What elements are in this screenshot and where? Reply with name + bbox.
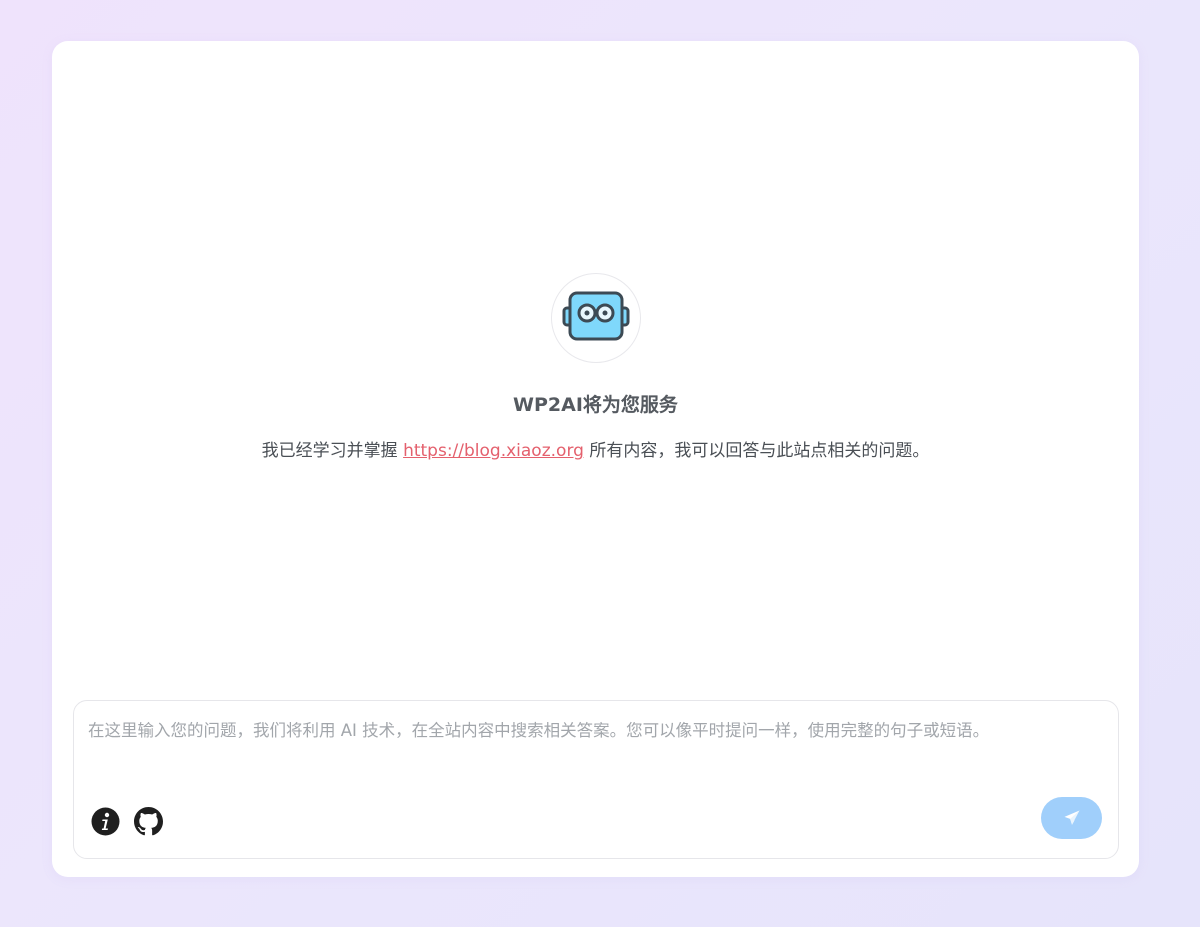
github-icon[interactable] [134, 807, 163, 836]
info-icon[interactable] [91, 807, 120, 836]
question-input-box [73, 700, 1119, 859]
toolbar-icons [91, 807, 163, 836]
welcome-panel: WP2AI将为您服务 我已经学习并掌握 https://blog.xiaoz.o… [52, 273, 1139, 463]
welcome-description: 我已经学习并掌握 https://blog.xiaoz.org 所有内容，我可以… [52, 439, 1139, 463]
welcome-desc-suffix: 所有内容，我可以回答与此站点相关的问题。 [583, 441, 930, 461]
question-input[interactable] [88, 719, 1104, 779]
paper-plane-icon [1064, 810, 1079, 825]
chat-card: WP2AI将为您服务 我已经学习并掌握 https://blog.xiaoz.o… [52, 41, 1139, 877]
robot-icon [562, 291, 629, 341]
welcome-desc-prefix: 我已经学习并掌握 [261, 441, 404, 461]
bot-avatar [550, 273, 641, 363]
send-button[interactable] [1041, 797, 1102, 839]
welcome-title: WP2AI将为您服务 [513, 394, 678, 416]
site-link[interactable]: https://blog.xiaoz.org [403, 441, 584, 461]
